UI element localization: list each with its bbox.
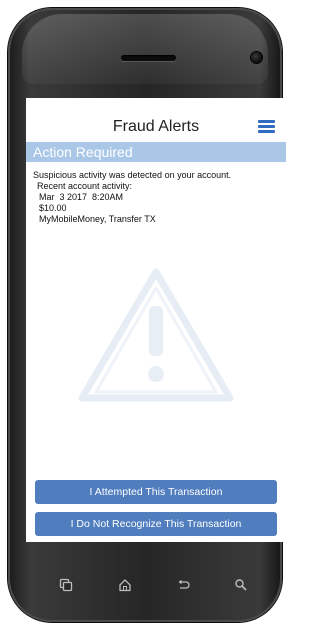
action-required-banner: Action Required: [26, 142, 286, 162]
attempted-transaction-button[interactable]: I Attempted This Transaction: [35, 480, 277, 504]
activity-amount: $10.00: [39, 203, 67, 213]
menu-bar-top: [258, 120, 275, 123]
hamburger-menu-icon[interactable]: [258, 120, 275, 134]
warning-watermark-icon: [78, 268, 234, 402]
recent-apps-icon[interactable]: [59, 578, 73, 592]
earpiece-speaker: [121, 55, 176, 61]
action-required-label: Action Required: [33, 144, 133, 160]
search-icon[interactable]: [234, 578, 248, 592]
menu-bar-bottom: [258, 130, 275, 133]
activity-merchant: MyMobileMoney, Transfer TX: [39, 214, 156, 224]
page-title: Fraud Alerts: [112, 118, 200, 135]
stage: Fraud Alerts Action Required Suspicious …: [0, 0, 290, 630]
app-screen: Fraud Alerts Action Required Suspicious …: [26, 98, 286, 542]
alert-intro: Suspicious activity was detected on your…: [33, 170, 232, 180]
title-bar: Fraud Alerts: [26, 98, 286, 142]
back-icon[interactable]: [176, 578, 190, 592]
home-icon[interactable]: [118, 578, 132, 592]
activity-label: Recent account activity:: [37, 181, 133, 191]
not-recognize-transaction-button[interactable]: I Do Not Recognize This Transaction: [35, 512, 277, 536]
menu-bar-middle: [258, 125, 275, 128]
phone-gloss: [22, 14, 268, 84]
alert-message: Suspicious activity was detected on your…: [33, 170, 283, 225]
front-camera: [251, 52, 262, 63]
activity-date-time: Mar 3 2017 8:20AM: [39, 192, 124, 202]
